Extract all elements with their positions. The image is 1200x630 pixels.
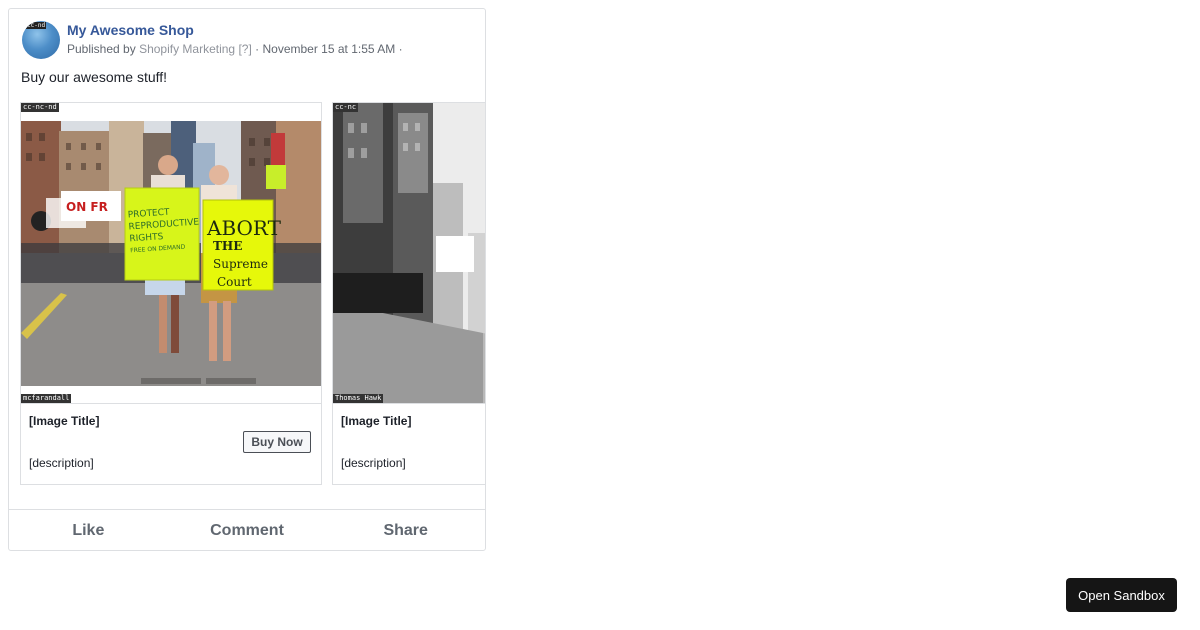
card-title[interactable]: [Image Title] — [29, 414, 99, 428]
publisher-link[interactable]: Shopify Marketing — [139, 42, 235, 56]
post-actions-bar: Like Comment Share — [9, 509, 485, 550]
facebook-post: cc-nd My Awesome Shop Published by Shopi… — [8, 8, 486, 551]
sign-protect: PROTECT REPRODUCTIVE RIGHTS FREE ON DEMA… — [127, 205, 200, 258]
published-by-label: Published by — [67, 42, 136, 56]
avatar-license-tag: cc-nd — [26, 22, 47, 29]
card-photo-credit: mcfarandall — [21, 394, 72, 403]
sign-line: Court — [217, 275, 252, 289]
post-message: Buy our awesome stuff! — [21, 69, 168, 85]
card-license-tag: cc-nc — [333, 103, 359, 112]
buy-now-button[interactable]: Buy Now — [243, 431, 311, 453]
meta-separator-trailing: · — [398, 42, 403, 56]
card-title[interactable]: [Image Title] — [341, 414, 411, 428]
card-description: [description] — [29, 456, 94, 470]
street-photo — [333, 103, 485, 403]
comment-button[interactable]: Comment — [168, 510, 327, 550]
product-carousel[interactable]: ON FR PROTECT REPRODUCTIVE RIGHTS FREE O… — [20, 102, 485, 485]
card-photo-street[interactable]: cc-nc Thomas Hawk — [333, 103, 485, 404]
share-button[interactable]: Share — [326, 510, 485, 550]
open-sandbox-button[interactable]: Open Sandbox — [1066, 578, 1177, 612]
card-photo-protest[interactable]: ON FR PROTECT REPRODUCTIVE RIGHTS FREE O… — [21, 103, 321, 404]
card-description: [description] — [341, 456, 406, 470]
card-photo-credit: Thomas Hawk — [333, 394, 384, 403]
like-button[interactable]: Like — [9, 510, 168, 550]
sign-abort: ABORT THE Supreme Court — [207, 216, 281, 291]
sign-line: ABORT — [207, 216, 281, 240]
svg-text:ON FR: ON FR — [66, 200, 108, 214]
publisher-help-link[interactable]: [?] — [238, 42, 251, 56]
sign-line: Supreme — [213, 257, 268, 271]
post-meta: Published by Shopify Marketing [?] · Nov… — [67, 42, 403, 56]
page-avatar[interactable]: cc-nd — [22, 21, 60, 59]
carousel-card[interactable]: ON FR PROTECT REPRODUCTIVE RIGHTS FREE O… — [20, 102, 322, 485]
post-timestamp[interactable]: November 15 at 1:55 AM — [262, 42, 395, 56]
page-name-link[interactable]: My Awesome Shop — [67, 22, 194, 38]
card-license-tag: cc-nc-nd — [21, 103, 59, 112]
carousel-card[interactable]: cc-nc Thomas Hawk [Image Title] [descrip… — [332, 102, 485, 485]
meta-separator: · — [255, 42, 260, 56]
